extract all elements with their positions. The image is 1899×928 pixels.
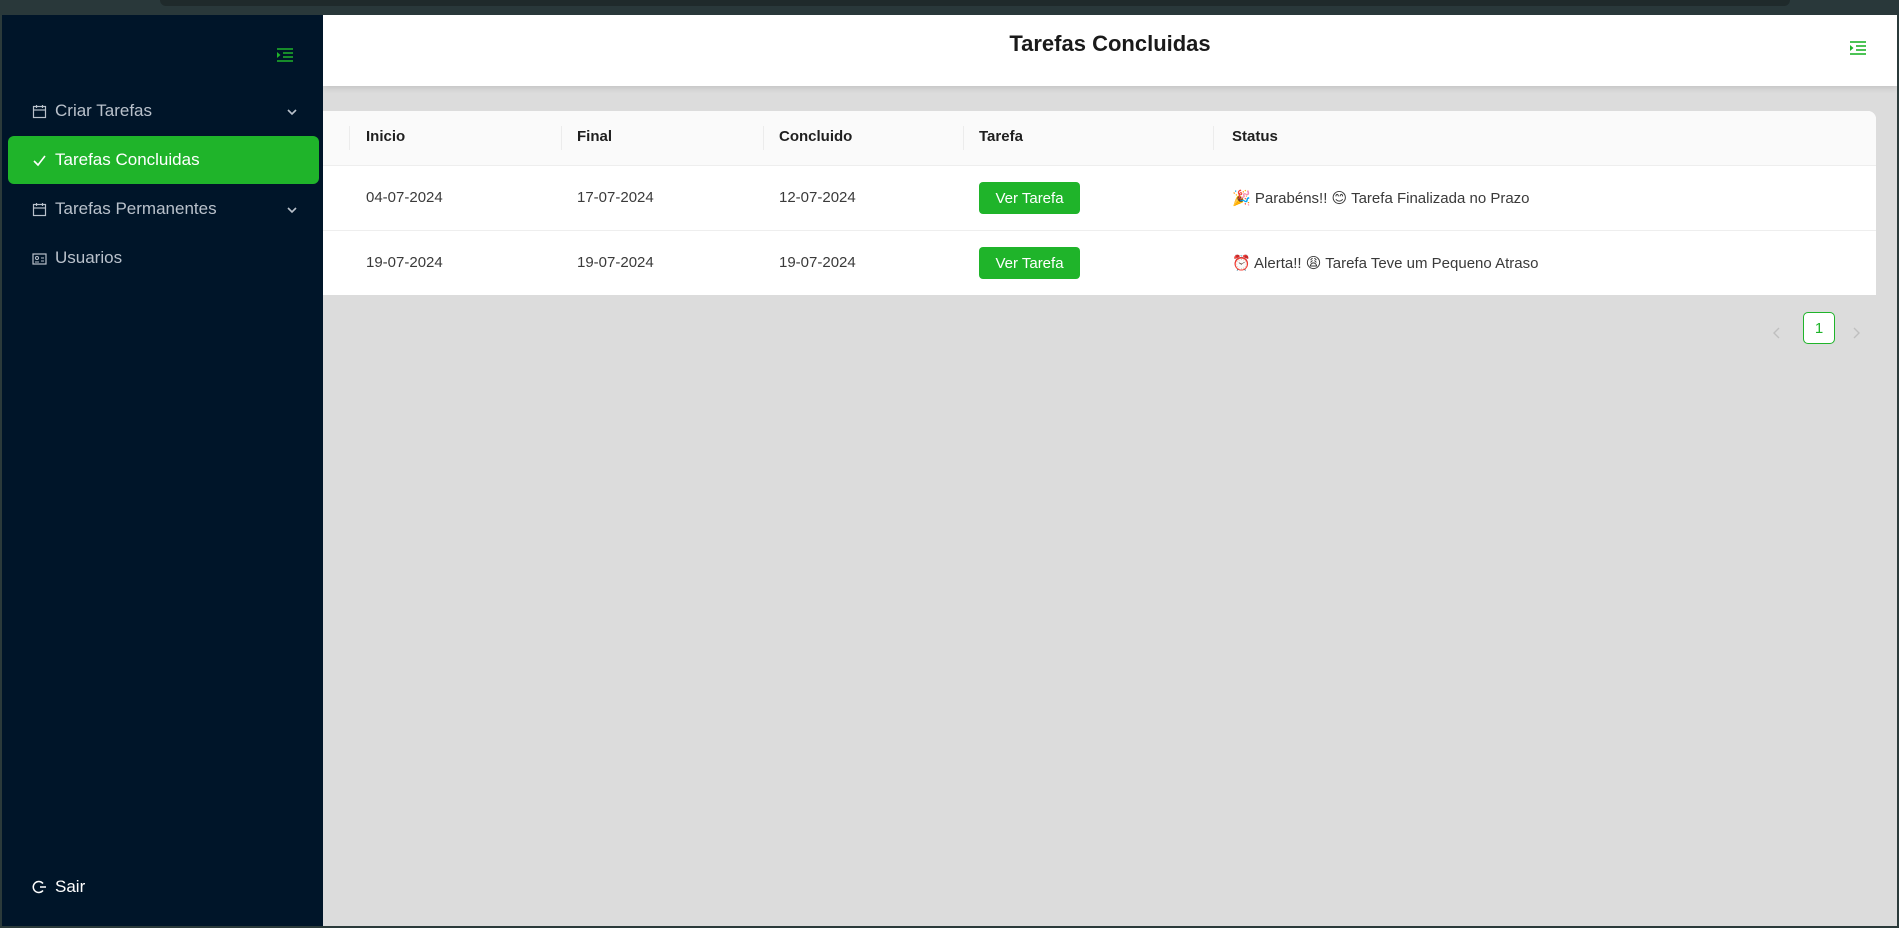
ver-tarefa-button[interactable]: Ver Tarefa xyxy=(979,182,1080,214)
calendar-icon xyxy=(32,104,47,119)
window-top-strip xyxy=(0,0,1899,15)
column-header-final: Final xyxy=(577,128,613,145)
cell-status: ⏰ Alerta!! 😩 Tarefa Teve um Pequeno Atra… xyxy=(1232,255,1539,272)
id-card-icon xyxy=(32,251,47,266)
browser-bar xyxy=(160,0,1790,6)
pagination-prev-icon[interactable] xyxy=(1769,325,1785,341)
sidebar-item-usuarios[interactable]: Usuarios xyxy=(8,234,319,282)
logout-button[interactable]: Sair xyxy=(8,867,319,907)
table-header: Inicio Final Concluido Tarefa Status xyxy=(323,111,1876,166)
logout-label: Sair xyxy=(55,877,86,896)
pagination-next-icon[interactable] xyxy=(1848,325,1864,341)
sidebar-item-criar-tarefas[interactable]: Criar Tarefas xyxy=(8,87,319,135)
page-title: Tarefas Concluidas xyxy=(1009,31,1211,56)
chevron-down-icon xyxy=(285,202,299,216)
cell-concluido: 19-07-2024 xyxy=(779,254,856,271)
menu-fold-icon[interactable] xyxy=(1847,37,1869,59)
cell-inicio: 19-07-2024 xyxy=(366,254,443,271)
sidebar-item-label: Tarefas Permanentes xyxy=(55,199,217,218)
sidebar-item-tarefas-concluidas[interactable]: Tarefas Concluidas xyxy=(8,136,319,184)
calendar-icon xyxy=(32,202,47,217)
column-header-tarefa: Tarefa xyxy=(979,128,1023,145)
pagination-page[interactable]: 1 xyxy=(1803,312,1835,344)
cell-concluido: 12-07-2024 xyxy=(779,189,856,206)
page-header: Tarefas Concluidas xyxy=(323,15,1897,86)
column-separator xyxy=(963,126,964,150)
table-row: 04-07-2024 17-07-2024 12-07-2024 Ver Tar… xyxy=(323,166,1876,231)
column-separator xyxy=(1213,126,1214,150)
logout-icon xyxy=(32,879,48,895)
app-window: Tarefas Concluidas Criar Tarefas Tarefas… xyxy=(2,15,1897,926)
cell-final: 19-07-2024 xyxy=(577,254,654,271)
table-row: 19-07-2024 19-07-2024 19-07-2024 Ver Tar… xyxy=(323,231,1876,295)
sidebar-item-tarefas-permanentes[interactable]: Tarefas Permanentes xyxy=(8,185,319,233)
check-icon xyxy=(32,153,47,168)
cell-inicio: 04-07-2024 xyxy=(366,189,443,206)
column-separator xyxy=(763,126,764,150)
sidebar-item-label: Criar Tarefas xyxy=(55,101,152,120)
column-header-status: Status xyxy=(1232,128,1278,145)
column-separator xyxy=(561,126,562,150)
sidebar-item-label: Tarefas Concluidas xyxy=(55,150,200,169)
column-separator xyxy=(349,126,350,150)
sidebar-collapse-icon[interactable] xyxy=(275,45,295,65)
sidebar: Criar Tarefas Tarefas Concluidas Tarefas… xyxy=(2,15,323,926)
sidebar-item-label: Usuarios xyxy=(55,248,123,267)
column-header-concluido: Concluido xyxy=(779,128,853,145)
cell-status: 🎉 Parabéns!! 😊 Tarefa Finalizada no Praz… xyxy=(1232,190,1530,207)
ver-tarefa-button[interactable]: Ver Tarefa xyxy=(979,247,1080,279)
cell-final: 17-07-2024 xyxy=(577,189,654,206)
tasks-table: Inicio Final Concluido Tarefa Status 04-… xyxy=(323,111,1876,295)
column-header-inicio: Inicio xyxy=(366,128,406,145)
chevron-down-icon xyxy=(285,104,299,118)
